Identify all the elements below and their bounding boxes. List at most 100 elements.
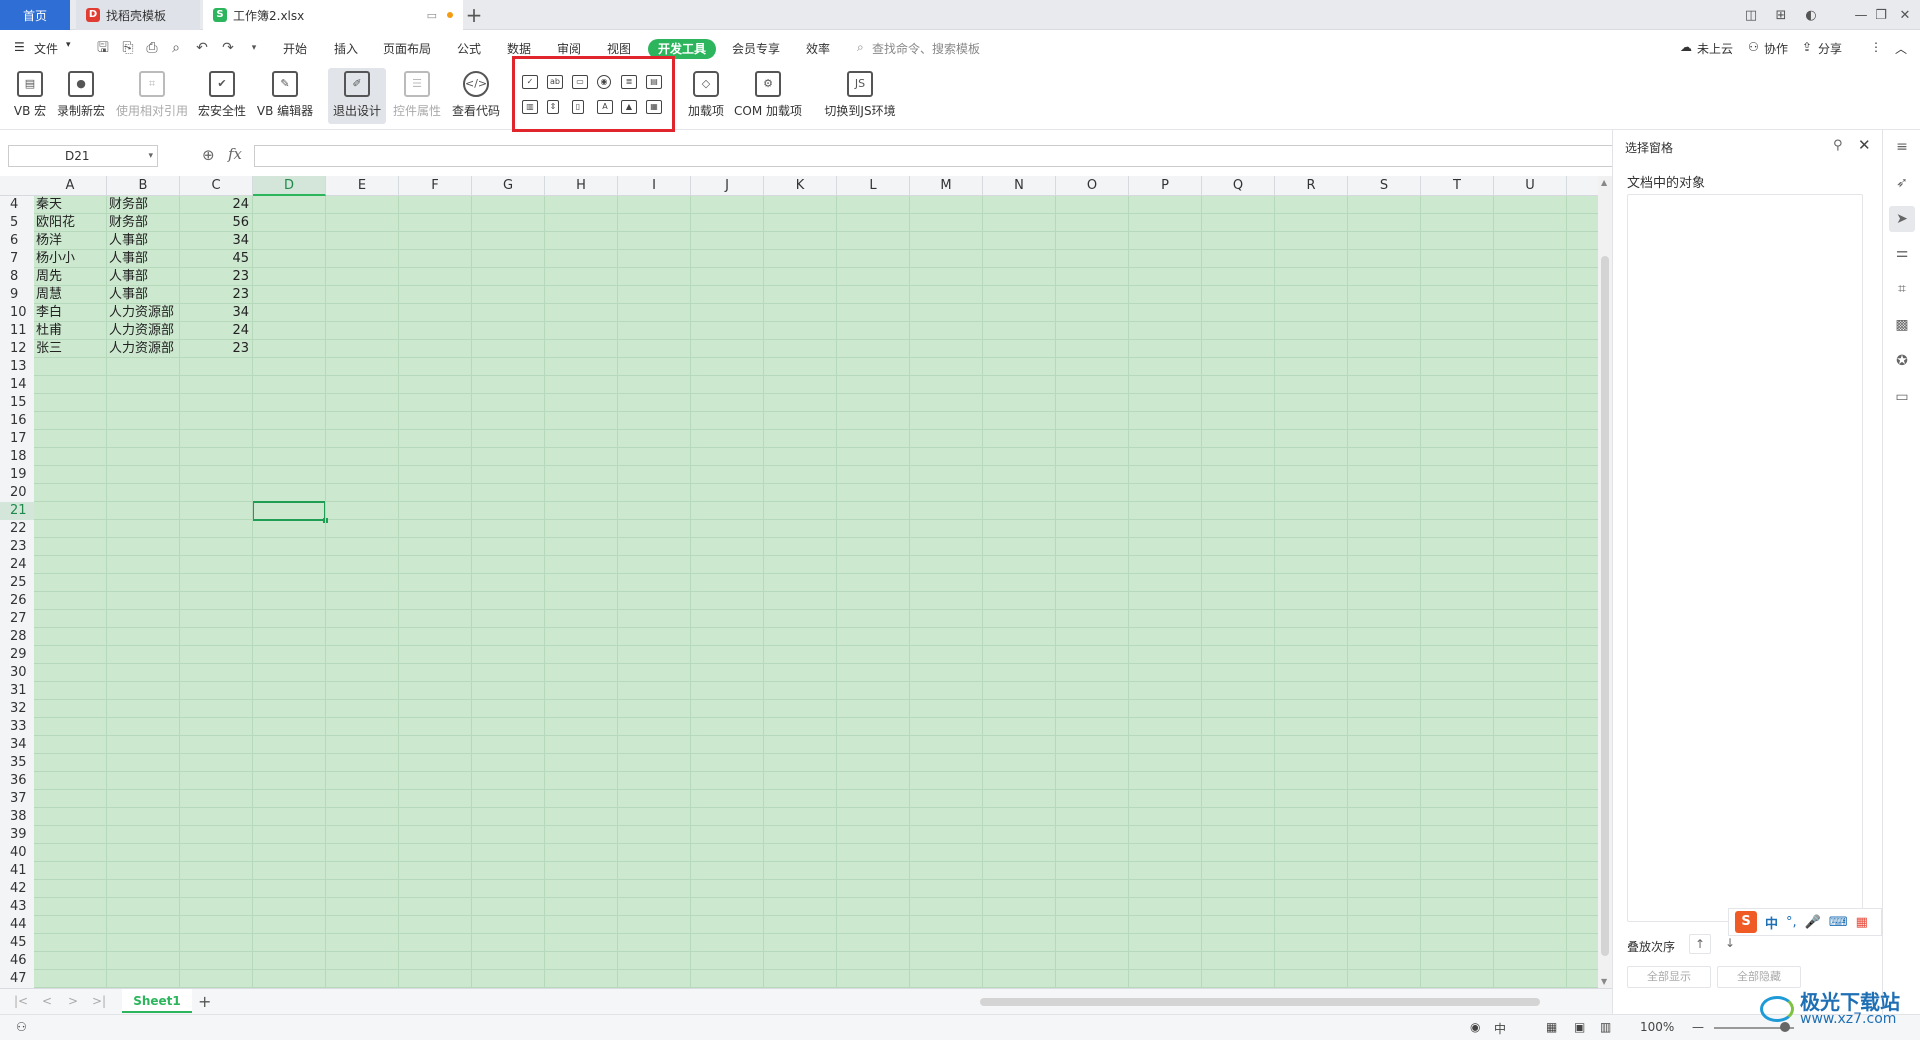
send-backward-icon[interactable]: ↓ [1719, 934, 1741, 954]
eye-protection-icon[interactable]: ◉ [1470, 1020, 1480, 1034]
hide-all-button[interactable]: 全部隐藏 [1717, 966, 1801, 988]
menu-view[interactable]: 视图 [607, 40, 631, 57]
compass-icon[interactable]: ✪ [1893, 352, 1911, 370]
avatar[interactable]: ◐ [1796, 0, 1826, 30]
punctuation-icon[interactable]: °, [1786, 915, 1797, 930]
monitor-icon[interactable]: ▭ [427, 9, 437, 22]
cell-value[interactable]: 23 [182, 286, 252, 304]
chevron-down-icon[interactable]: ▾ [66, 40, 71, 50]
page-layout-view-icon[interactable]: ▣ [1574, 1020, 1585, 1034]
column-header-r[interactable]: R [1275, 176, 1348, 196]
column-header-s[interactable]: S [1348, 176, 1421, 196]
row-header-36[interactable]: 36 [0, 772, 34, 790]
column-header-p[interactable]: P [1129, 176, 1202, 196]
menu-efficiency[interactable]: 效率 [806, 40, 830, 57]
row-header-18[interactable]: 18 [0, 448, 34, 466]
row-header-38[interactable]: 38 [0, 808, 34, 826]
image-tools-icon[interactable]: ▩ [1893, 316, 1911, 334]
row-header-22[interactable]: 22 [0, 520, 34, 538]
last-sheet-icon[interactable]: >| [92, 994, 106, 1008]
input-language-icon[interactable]: 中 [1494, 1020, 1506, 1037]
row-header-8[interactable]: 8 [0, 268, 34, 286]
microphone-icon[interactable]: 🎤 [1805, 915, 1821, 930]
normal-view-icon[interactable]: ▦ [1546, 1020, 1557, 1034]
pin-icon[interactable]: ⚲ [1833, 138, 1843, 153]
row-header-32[interactable]: 32 [0, 700, 34, 718]
cell-area[interactable]: 秦天 财务部 24 欧阳花 财务部 56 杨洋 人事部 34 杨小小 人事部 45 周先 人事部 23 周慧人… [34, 196, 1598, 988]
row-header-42[interactable]: 42 [0, 880, 34, 898]
cell-department[interactable]: 财务部 [109, 196, 179, 214]
column-header-n[interactable]: N [983, 176, 1056, 196]
cell-name[interactable]: 欧阳花 [36, 214, 106, 232]
row-header-11[interactable]: 11 [0, 322, 34, 340]
row-header-13[interactable]: 13 [0, 358, 34, 376]
menu-start[interactable]: 开始 [283, 40, 307, 57]
row-header-23[interactable]: 23 [0, 538, 34, 556]
hamburger-icon[interactable]: ☰ [14, 40, 25, 54]
next-sheet-icon[interactable]: > [68, 994, 78, 1008]
tab-workbook[interactable]: S 工作簿2.xlsx ▭ [203, 0, 463, 30]
scroll-down-icon[interactable]: ▼ [1601, 977, 1607, 986]
menu-formula[interactable]: 公式 [457, 40, 481, 57]
cell-department[interactable]: 人力资源部 [109, 340, 179, 358]
menu-page-layout[interactable]: 页面布局 [383, 40, 431, 57]
row-header-27[interactable]: 27 [0, 610, 34, 628]
undo-icon[interactable]: ↶ [194, 40, 210, 56]
row-header-43[interactable]: 43 [0, 898, 34, 916]
row-header-6[interactable]: 6 [0, 232, 34, 250]
rail-collapse-icon[interactable]: ≡ [1893, 138, 1911, 156]
column-header-m[interactable]: M [910, 176, 983, 196]
menu-review[interactable]: 审阅 [557, 40, 581, 57]
row-header-28[interactable]: 28 [0, 628, 34, 646]
spreadsheet-grid[interactable]: ABCDEFGHIJKLMNOPQRSTUV 45678910111213141… [0, 176, 1598, 988]
first-sheet-icon[interactable]: |< [14, 994, 28, 1008]
crop-icon[interactable]: ⌗ [1893, 280, 1911, 298]
macro-security-button[interactable]: ✔ 宏安全性 [196, 68, 248, 124]
column-header-v[interactable]: V [1567, 176, 1598, 196]
column-header-b[interactable]: B [107, 176, 180, 196]
menu-file[interactable]: 文件 [34, 40, 58, 57]
row-header-47[interactable]: 47 [0, 970, 34, 988]
row-header-35[interactable]: 35 [0, 754, 34, 772]
cell-department[interactable]: 人事部 [109, 286, 179, 304]
row-header-20[interactable]: 20 [0, 484, 34, 502]
adjust-icon[interactable]: ⚌ [1893, 244, 1911, 262]
cell-department[interactable]: 财务部 [109, 214, 179, 232]
cell-name[interactable]: 张三 [36, 340, 106, 358]
row-header-7[interactable]: 7 [0, 250, 34, 268]
row-header-5[interactable]: 5 [0, 214, 34, 232]
layout-icon[interactable]: ◫ [1736, 0, 1766, 30]
menu-insert[interactable]: 插入 [334, 40, 358, 57]
collaborate-button[interactable]: 协作 [1764, 40, 1788, 57]
tab-docer-templates[interactable]: D 找稻壳模板 [76, 0, 200, 30]
ime-mode[interactable]: 中 [1765, 913, 1778, 932]
command-search-input[interactable]: 查找命令、搜索模板 [872, 40, 980, 57]
addins-button[interactable]: ◇ 加载项 [684, 68, 728, 124]
export-pdf-icon[interactable]: ⎘ [120, 40, 136, 56]
formula-input[interactable] [254, 145, 1614, 167]
insert-function-button[interactable]: fx [228, 145, 242, 163]
cell-department[interactable]: 人事部 [109, 268, 179, 286]
column-header-g[interactable]: G [472, 176, 545, 196]
share-button[interactable]: 分享 [1818, 40, 1842, 57]
row-header-16[interactable]: 16 [0, 412, 34, 430]
vb-macro-button[interactable]: ▤ VB 宏 [8, 68, 52, 124]
apps-grid-icon[interactable]: ⊞ [1766, 0, 1796, 30]
row-header-12[interactable]: 12 [0, 340, 34, 358]
cell-name[interactable]: 周先 [36, 268, 106, 286]
vertical-scrollbar[interactable]: ▲ ▼ [1598, 176, 1612, 988]
prev-sheet-icon[interactable]: < [42, 994, 52, 1008]
switch-js-env-button[interactable]: JS 切换到JS环境 [822, 68, 898, 124]
pane-title[interactable]: 选择窗格 [1625, 139, 1673, 156]
zoom-out-icon[interactable]: — [1692, 1020, 1704, 1034]
sheet-tab-sheet1[interactable]: Sheet1 [122, 989, 192, 1013]
cell-department[interactable]: 人事部 [109, 250, 179, 268]
page-break-view-icon[interactable]: ▥ [1600, 1020, 1611, 1034]
macro-record-status-icon[interactable]: ⚇ [16, 1020, 27, 1034]
column-header-i[interactable]: I [618, 176, 691, 196]
column-header-a[interactable]: A [34, 176, 107, 196]
row-header-45[interactable]: 45 [0, 934, 34, 952]
save-icon[interactable]: 🖫 [95, 40, 111, 56]
ime-toolbar[interactable]: S 中 °, 🎤 ⌨ ▦ [1728, 908, 1882, 936]
cell-name[interactable]: 李白 [36, 304, 106, 322]
